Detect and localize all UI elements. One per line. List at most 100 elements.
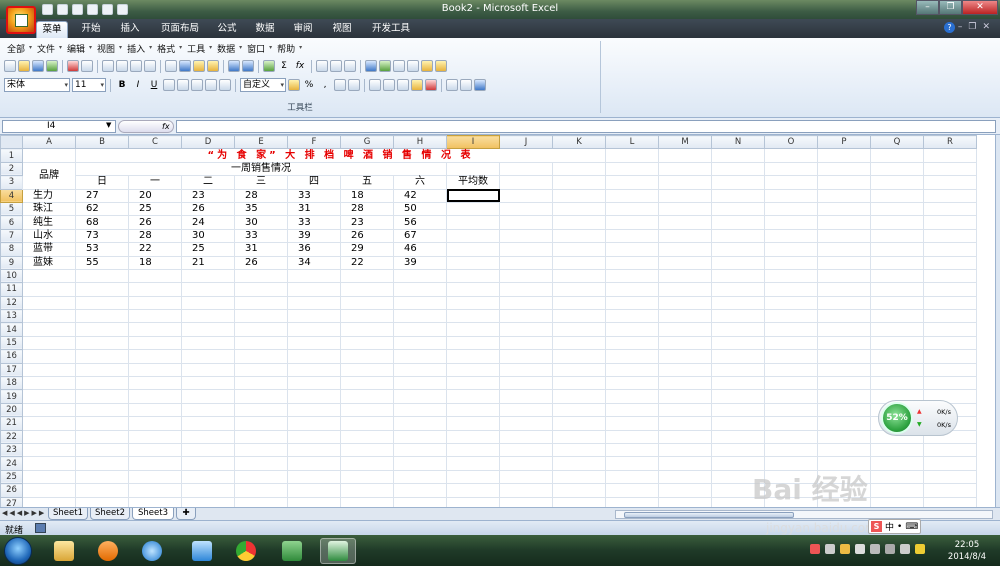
cell[interactable] [870, 228, 924, 244]
autosum-icon[interactable]: Σ [277, 61, 291, 71]
cell[interactable] [499, 429, 553, 444]
cell[interactable] [499, 175, 553, 190]
value-cell[interactable]: 25 [181, 242, 235, 257]
cell[interactable] [923, 242, 977, 257]
row-header[interactable]: 18 [0, 376, 23, 391]
network-monitor-widget[interactable]: 52% ▲ ▼ 0K/s 0K/s [878, 400, 958, 436]
cell[interactable] [75, 483, 129, 498]
cell[interactable] [446, 402, 500, 418]
cell[interactable] [446, 282, 500, 297]
row-header[interactable]: 10 [0, 268, 23, 284]
cell[interactable] [22, 362, 76, 378]
cell[interactable] [764, 175, 818, 190]
cell[interactable] [711, 282, 765, 297]
cell[interactable] [552, 389, 606, 404]
increase-indent-icon[interactable] [383, 79, 395, 91]
cell[interactable] [181, 295, 235, 311]
cell[interactable] [870, 201, 924, 217]
cell[interactable] [817, 148, 871, 163]
cell[interactable] [128, 442, 182, 458]
cell[interactable] [234, 309, 288, 324]
cell[interactable] [234, 349, 288, 364]
cell[interactable] [234, 335, 288, 351]
cell[interactable] [711, 228, 765, 244]
cell[interactable] [764, 228, 818, 244]
cell[interactable] [499, 416, 553, 431]
brand-cell[interactable]: 纯生 [22, 215, 76, 230]
cell[interactable] [658, 389, 712, 404]
cell[interactable] [764, 282, 818, 297]
value-cell[interactable]: 31 [287, 201, 341, 217]
cell[interactable] [923, 483, 977, 498]
column-header[interactable]: B [75, 135, 129, 150]
borders-icon[interactable] [397, 79, 409, 91]
cell[interactable] [605, 376, 659, 391]
cell[interactable] [658, 148, 712, 163]
tray-app-icon[interactable] [810, 544, 820, 554]
cell[interactable] [658, 429, 712, 444]
menu-edit[interactable]: 编辑 [64, 42, 94, 55]
cell[interactable] [340, 483, 394, 498]
italic-button[interactable]: I [131, 80, 145, 90]
merge-center-icon[interactable] [205, 79, 217, 91]
cell[interactable] [764, 335, 818, 351]
value-cell[interactable]: 28 [234, 188, 288, 203]
cell[interactable] [499, 201, 553, 217]
number-format-select[interactable]: 自定义 [240, 78, 286, 92]
cell[interactable] [711, 442, 765, 458]
cell[interactable] [764, 442, 818, 458]
value-cell[interactable]: 68 [75, 215, 129, 230]
cell[interactable] [499, 215, 553, 230]
new-icon[interactable] [4, 60, 16, 72]
find-icon[interactable] [460, 79, 472, 91]
horizontal-scrollbar[interactable] [615, 510, 993, 519]
row-header[interactable]: 25 [0, 469, 23, 485]
cell[interactable] [658, 268, 712, 284]
row-header[interactable]: 7 [0, 228, 23, 244]
cell[interactable] [287, 282, 341, 297]
cell[interactable] [552, 349, 606, 364]
cell[interactable] [22, 295, 76, 311]
row-header[interactable]: 22 [0, 429, 23, 444]
cell[interactable] [552, 469, 606, 485]
sort-descending-icon[interactable] [330, 60, 342, 72]
cell[interactable] [711, 242, 765, 257]
cell[interactable] [234, 282, 288, 297]
sheet-tab-3[interactable]: Sheet3 [132, 508, 174, 520]
value-cell[interactable]: 39 [287, 228, 341, 244]
cell[interactable] [181, 282, 235, 297]
name-box[interactable]: I4 [2, 120, 116, 133]
row-header[interactable]: 5 [0, 201, 23, 217]
cell[interactable] [923, 215, 977, 230]
row-header[interactable]: 26 [0, 483, 23, 498]
value-cell[interactable]: 39 [393, 255, 447, 270]
cell[interactable] [128, 349, 182, 364]
value-cell[interactable]: 50 [393, 201, 447, 217]
cell[interactable] [923, 322, 977, 337]
cell[interactable] [22, 309, 76, 324]
value-cell[interactable]: 20 [128, 188, 182, 203]
cell[interactable] [923, 442, 977, 458]
cell[interactable] [75, 496, 129, 507]
value-cell[interactable]: 28 [128, 228, 182, 244]
sheet-title[interactable]: “为 食 家” 大 排 档 啤 酒 销 售 情 况 表 [75, 148, 606, 163]
cell[interactable] [764, 309, 818, 324]
cell[interactable] [499, 322, 553, 337]
cell[interactable] [234, 416, 288, 431]
cell[interactable] [605, 309, 659, 324]
value-cell[interactable]: 33 [287, 215, 341, 230]
cell[interactable] [711, 389, 765, 404]
row-header[interactable]: 6 [0, 215, 23, 230]
save-icon[interactable] [32, 60, 44, 72]
cell[interactable] [340, 362, 394, 378]
cell[interactable] [923, 335, 977, 351]
value-cell[interactable]: 26 [128, 215, 182, 230]
cell[interactable] [128, 496, 182, 507]
cell[interactable] [446, 429, 500, 444]
cell[interactable] [923, 255, 977, 270]
cell[interactable] [870, 242, 924, 257]
cell[interactable] [22, 456, 76, 471]
format-painter-icon[interactable] [207, 60, 219, 72]
value-cell[interactable]: 30 [234, 215, 288, 230]
cell[interactable] [711, 175, 765, 190]
